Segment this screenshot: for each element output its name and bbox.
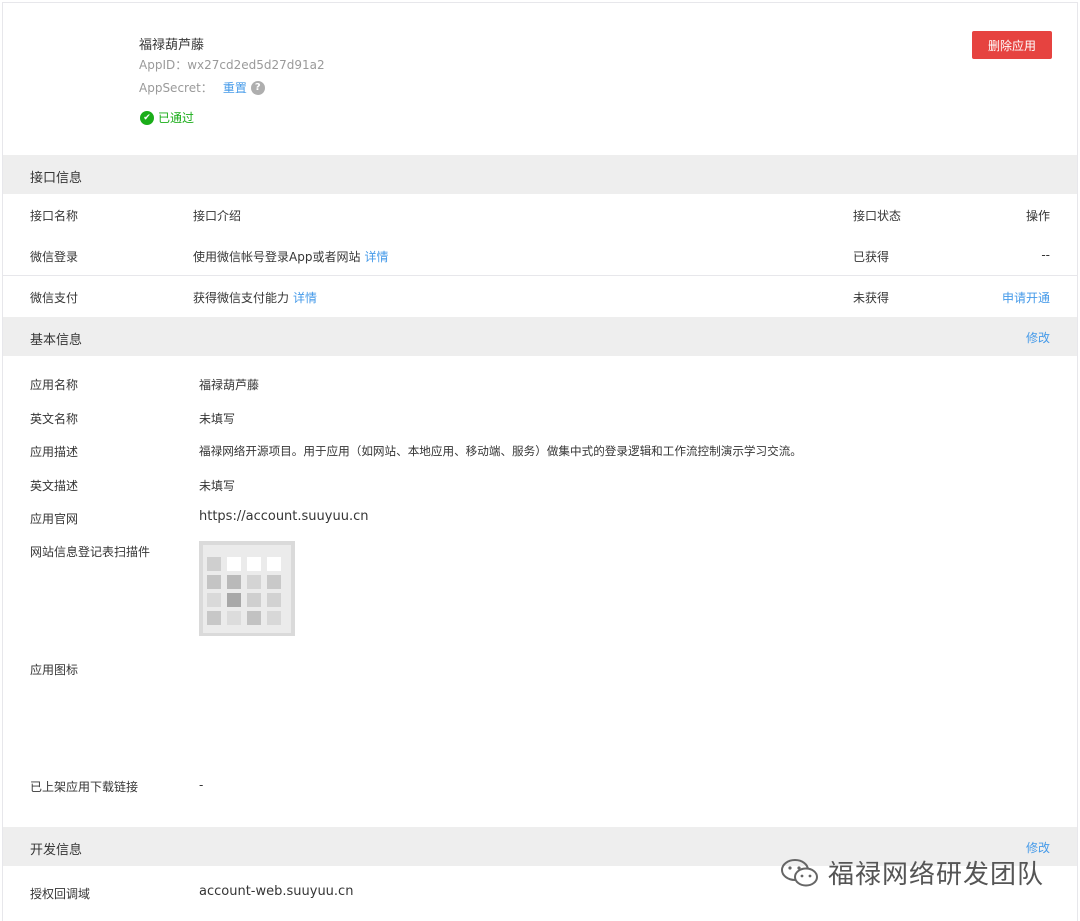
app-id: AppID：wx27cd2ed5d27d91a2 [139, 58, 325, 72]
basic-section-header: 基本信息 修改 [3, 317, 1077, 356]
app-detail-page: 福禄葫芦藤 AppID：wx27cd2ed5d27d91a2 AppSecret… [2, 2, 1078, 921]
scan-thumbnail[interactable] [199, 541, 295, 636]
edit-basic-link[interactable]: 修改 [1026, 329, 1050, 346]
qr-code-image [203, 545, 291, 633]
wechat-icon [780, 858, 818, 886]
header-intro: 接口介绍 [193, 209, 242, 223]
watermark: 福禄网络研发团队 [780, 854, 1044, 891]
interface-op: -- [1041, 248, 1050, 262]
header-name: 接口名称 [30, 209, 79, 223]
section-title: 开发信息 [30, 843, 83, 858]
en-desc-value: 未填写 [199, 479, 236, 493]
website-label: 应用官网 [30, 512, 79, 526]
app-header: 福禄葫芦藤 AppID：wx27cd2ed5d27d91a2 AppSecret… [3, 3, 1077, 155]
status-text: 已通过 [158, 111, 195, 125]
en-name-label: 英文名称 [30, 412, 79, 426]
callback-value: account-web.suuyuu.cn [199, 884, 354, 899]
reset-secret-link[interactable]: 重置 [223, 79, 247, 96]
detail-link[interactable]: 详情 [293, 291, 317, 305]
app-secret-label: AppSecret： [139, 81, 213, 95]
interface-intro: 使用微信帐号登录App或者网站 详情 [193, 248, 388, 265]
apply-button[interactable]: 申请开通 [1002, 289, 1050, 306]
interface-table-header: 接口名称 接口介绍 接口状态 操作 [3, 194, 1077, 235]
app-secret: AppSecret： 重置 ? [139, 79, 265, 96]
download-value: - [199, 778, 204, 792]
icon-label: 应用图标 [30, 663, 79, 677]
section-title: 基本信息 [30, 333, 83, 348]
interface-name: 微信支付 [30, 291, 79, 305]
interface-intro-text: 使用微信帐号登录App或者网站 [193, 250, 361, 264]
header-status: 接口状态 [853, 209, 902, 223]
watermark-text: 福禄网络研发团队 [827, 860, 1044, 890]
interface-intro: 获得微信支付能力 详情 [193, 289, 317, 306]
website-value: https://account.suuyuu.cn [199, 509, 369, 524]
table-row: 微信支付 获得微信支付能力 详情 未获得 申请开通 [3, 276, 1077, 317]
interface-name: 微信登录 [30, 250, 79, 264]
interface-section-header: 接口信息 [3, 155, 1077, 194]
interface-status: 未获得 [853, 291, 890, 305]
download-label: 已上架应用下载链接 [30, 780, 139, 794]
header-op: 操作 [1025, 209, 1050, 223]
interface-intro-text: 获得微信支付能力 [193, 291, 290, 305]
app-name-label: 应用名称 [30, 378, 79, 392]
desc-label: 应用描述 [30, 445, 79, 459]
scan-label: 网站信息登记表扫描件 [30, 545, 151, 559]
en-desc-label: 英文描述 [30, 479, 79, 493]
status-badge: ✔ 已通过 [140, 109, 194, 126]
delete-app-button[interactable]: 删除应用 [972, 31, 1052, 59]
section-title: 接口信息 [30, 171, 83, 186]
table-row: 微信登录 使用微信帐号登录App或者网站 详情 已获得 -- [3, 235, 1077, 276]
interface-status: 已获得 [853, 250, 890, 264]
help-icon[interactable]: ? [250, 80, 265, 95]
desc-value: 福禄网络开源项目。用于应用（如网站、本地应用、移动端、服务）做集中式的登录逻辑和… [199, 444, 802, 458]
callback-label: 授权回调域 [30, 887, 91, 901]
app-name-value: 福禄葫芦藤 [199, 378, 260, 392]
app-name: 福禄葫芦藤 [139, 38, 205, 53]
check-circle-icon: ✔ [140, 110, 154, 125]
en-name-value: 未填写 [199, 412, 236, 426]
detail-link[interactable]: 详情 [364, 250, 388, 264]
basic-info: 应用名称 福禄葫芦藤 英文名称 未填写 应用描述 福禄网络开源项目。用于应用（如… [3, 356, 1077, 827]
